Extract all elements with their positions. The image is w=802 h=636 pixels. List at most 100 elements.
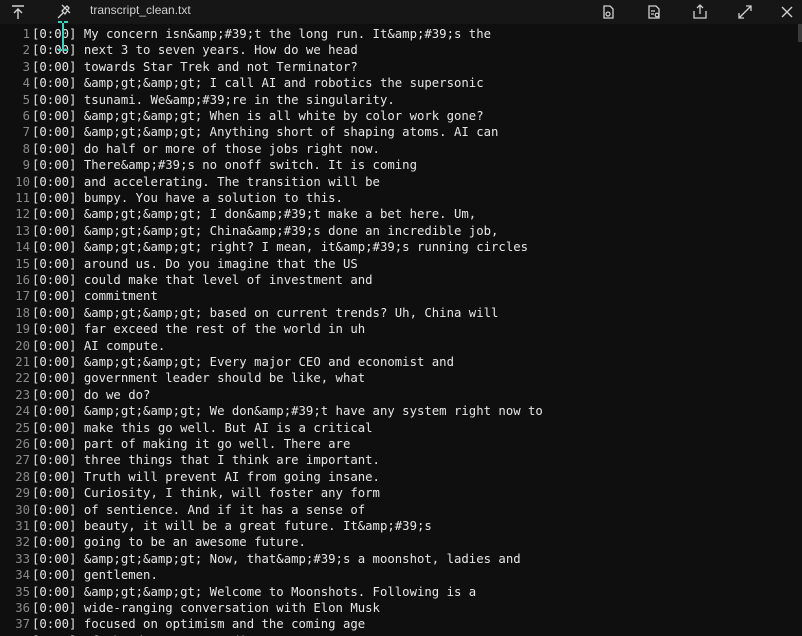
- line-number: 3: [22, 59, 30, 74]
- line-number: 26: [15, 437, 30, 451]
- line-text[interactable]: [0:00] bumpy. You have a solution to thi…: [32, 190, 343, 206]
- line-text[interactable]: [0:00] tsunami. We&amp;#39;re in the sin…: [32, 92, 395, 108]
- close-icon[interactable]: [777, 2, 797, 22]
- editor-line[interactable]: 18 [0:00] &amp;gt;&amp;gt; based on curre…: [0, 305, 802, 321]
- editor-line[interactable]: 30 [0:00] of sentience. And if it has a s…: [0, 502, 802, 518]
- line-text[interactable]: [0:00] Curiosity, I think, will foster a…: [32, 485, 380, 501]
- line-number: 4: [22, 76, 30, 91]
- line-text[interactable]: [0:00] could make that level of investme…: [32, 272, 373, 288]
- line-text[interactable]: [0:00] do we do?: [32, 387, 150, 403]
- copy-file-icon[interactable]: [598, 2, 618, 22]
- editor-line[interactable]: 12 [0:00] &amp;gt;&amp;gt; I don&amp;#39;…: [0, 206, 802, 222]
- line-number: 21: [15, 355, 30, 369]
- line-text[interactable]: [0:00] &amp;gt;&amp;gt; based on current…: [32, 305, 498, 321]
- editor-line[interactable]: 4 [0:00] &amp;gt;&amp;gt; I call AI and r…: [0, 75, 802, 91]
- line-text[interactable]: [0:00] next 3 to seven years. How do we …: [32, 42, 358, 58]
- editor-line[interactable]: 35 [0:00] &amp;gt;&amp;gt; Welcome to Moo…: [0, 584, 802, 600]
- line-text[interactable]: [0:00] government leader should be like,…: [32, 370, 365, 386]
- editor-line[interactable]: 26 [0:00] part of making it go well. Ther…: [0, 436, 802, 452]
- line-text[interactable]: [0:00] part of making it go well. There …: [32, 436, 350, 452]
- line-number: 29: [15, 486, 30, 501]
- editor-line[interactable]: 29 [0:00] Curiosity, I think, will foster…: [0, 485, 802, 501]
- editor-line[interactable]: 19 [0:00] far exceed the rest of the worl…: [0, 321, 802, 337]
- line-text[interactable]: [0:00] &amp;gt;&amp;gt; I don&amp;#39;t …: [32, 206, 476, 222]
- share-icon[interactable]: [690, 2, 710, 22]
- editor-line[interactable]: 14 [0:00] &amp;gt;&amp;gt; right? I mean,…: [0, 239, 802, 255]
- editor-line[interactable]: 16 [0:00] could make that level of invest…: [0, 272, 802, 288]
- line-number: 20: [15, 338, 30, 353]
- line-text[interactable]: [0:00] &amp;gt;&amp;gt; right? I mean, i…: [32, 239, 528, 255]
- editor-line[interactable]: 8 [0:00] do half or more of those jobs ri…: [0, 141, 802, 157]
- editor-line[interactable]: 9 [0:00] There&amp;#39;s no onoff switch.…: [0, 157, 802, 173]
- line-text[interactable]: [0:00] &amp;gt;&amp;gt; Now, that&amp;#3…: [32, 551, 521, 567]
- line-number: 11: [15, 191, 30, 205]
- text-editor[interactable]: 1 [0:00] My concern isn&amp;#39;t the lon…: [0, 24, 802, 636]
- editor-line[interactable]: 6 [0:00] &amp;gt;&amp;gt; When is all whi…: [0, 108, 802, 124]
- editor-line[interactable]: 15 [0:00] around us. Do you imagine that …: [0, 256, 802, 272]
- line-text[interactable]: [0:00] There&amp;#39;s no onoff switch. …: [32, 157, 417, 173]
- editor-line[interactable]: 1 [0:00] My concern isn&amp;#39;t the lon…: [0, 26, 802, 42]
- editor-line[interactable]: 33 [0:00] &amp;gt;&amp;gt; Now, that&amp;…: [0, 551, 802, 567]
- editor-line[interactable]: 36 [0:00] wide-ranging conversation with …: [0, 600, 802, 616]
- line-text[interactable]: [0:00] &amp;gt;&amp;gt; I call AI and ro…: [32, 75, 484, 91]
- line-text[interactable]: [0:00] of sentience. And if it has a sen…: [32, 502, 365, 518]
- line-text[interactable]: [0:00] &amp;gt;&amp;gt; China&amp;#39;s …: [32, 223, 498, 239]
- title-bar: transcript_clean.txt: [0, 0, 802, 24]
- line-text[interactable]: [0:00] do half or more of those jobs rig…: [32, 141, 380, 157]
- editor-line[interactable]: 32 [0:00] going to be an awesome future.: [0, 534, 802, 550]
- line-text[interactable]: [0:00] My concern isn&amp;#39;t the long…: [32, 26, 491, 42]
- editor-line[interactable]: 20 [0:00] AI compute.: [0, 338, 802, 354]
- line-text[interactable]: [0:00] far exceed the rest of the world …: [32, 321, 365, 337]
- line-text[interactable]: [0:00] make this go well. But AI is a cr…: [32, 420, 373, 436]
- editor-line[interactable]: 27 [0:00] three things that I think are i…: [0, 452, 802, 468]
- editor-line[interactable]: 24 [0:00] &amp;gt;&amp;gt; We don&amp;#39…: [0, 403, 802, 419]
- line-text[interactable]: [0:00] &amp;gt;&amp;gt; When is all whit…: [32, 108, 484, 124]
- editor-line[interactable]: 34 [0:00] gentlemen.: [0, 567, 802, 583]
- line-text[interactable]: [0:00] &amp;gt;&amp;gt; We don&amp;#39;t…: [32, 403, 543, 419]
- line-text[interactable]: [0:00] commitment: [32, 288, 158, 304]
- line-text[interactable]: [0:00] wide-ranging conversation with El…: [32, 600, 380, 616]
- line-text[interactable]: [0:00] focused on optimism and the comin…: [32, 616, 365, 632]
- line-number: 2: [22, 43, 30, 58]
- editor-line[interactable]: 17 [0:00] commitment: [0, 288, 802, 304]
- line-text[interactable]: [0:00] gentlemen.: [32, 567, 158, 583]
- line-number: 25: [15, 420, 30, 435]
- editor-line[interactable]: 13 [0:00] &amp;gt;&amp;gt; China&amp;#39;…: [0, 223, 802, 239]
- editor-line[interactable]: 3 [0:00] towards Star Trek and not Termin…: [0, 59, 802, 75]
- line-text[interactable]: [0:00] towards Star Trek and not Termina…: [32, 59, 358, 75]
- editor-line[interactable]: 23 [0:00] do we do?: [0, 387, 802, 403]
- expand-icon[interactable]: [735, 2, 755, 22]
- line-text[interactable]: [0:00] &amp;gt;&amp;gt; Welcome to Moons…: [32, 584, 476, 600]
- line-number: 34: [15, 568, 30, 583]
- line-number: 33: [15, 551, 30, 566]
- editor-line[interactable]: 11 [0:00] bumpy. You have a solution to t…: [0, 190, 802, 206]
- editor-line[interactable]: 10 [0:00] and accelerating. The transitio…: [0, 174, 802, 190]
- line-text[interactable]: [0:00] going to be an awesome future.: [32, 534, 306, 550]
- editor-line[interactable]: 7 [0:00] &amp;gt;&amp;gt; Anything short …: [0, 124, 802, 140]
- editor-line[interactable]: 5 [0:00] tsunami. We&amp;#39;re in the si…: [0, 92, 802, 108]
- line-number: 13: [15, 223, 30, 238]
- line-number: 7: [22, 125, 30, 140]
- line-number: 35: [15, 584, 30, 599]
- editor-line[interactable]: 2 [0:00] next 3 to seven years. How do we…: [0, 42, 802, 58]
- editor-line[interactable]: 22 [0:00] government leader should be lik…: [0, 370, 802, 386]
- line-text[interactable]: [0:00] AI compute.: [32, 338, 165, 354]
- editor-line[interactable]: 37 [0:00] focused on optimism and the com…: [0, 616, 802, 632]
- scrollbar[interactable]: [798, 24, 802, 42]
- settings-file-icon[interactable]: [644, 2, 664, 22]
- scroll-top-icon[interactable]: [8, 2, 28, 22]
- pin-icon[interactable]: [54, 2, 74, 22]
- editor-line[interactable]: 31 [0:00] beauty, it will be a great futu…: [0, 518, 802, 534]
- editor-line[interactable]: 25 [0:00] make this go well. But AI is a …: [0, 420, 802, 436]
- line-text[interactable]: [0:00] three things that I think are imp…: [32, 452, 380, 468]
- editor-line[interactable]: 21 [0:00] &amp;gt;&amp;gt; Every major CE…: [0, 354, 802, 370]
- line-text[interactable]: [0:00] &amp;gt;&amp;gt; Anything short o…: [32, 124, 498, 140]
- line-text[interactable]: [0:00] and accelerating. The transition …: [32, 174, 380, 190]
- line-number: 32: [15, 535, 30, 550]
- line-number: 5: [22, 92, 30, 107]
- line-text[interactable]: [0:00] beauty, it will be a great future…: [32, 518, 432, 534]
- line-text[interactable]: [0:00] &amp;gt;&amp;gt; Every major CEO …: [32, 354, 454, 370]
- editor-line[interactable]: 28 [0:00] Truth will prevent AI from goin…: [0, 469, 802, 485]
- line-text[interactable]: [0:00] around us. Do you imagine that th…: [32, 256, 358, 272]
- line-text[interactable]: [0:00] Truth will prevent AI from going …: [32, 469, 380, 485]
